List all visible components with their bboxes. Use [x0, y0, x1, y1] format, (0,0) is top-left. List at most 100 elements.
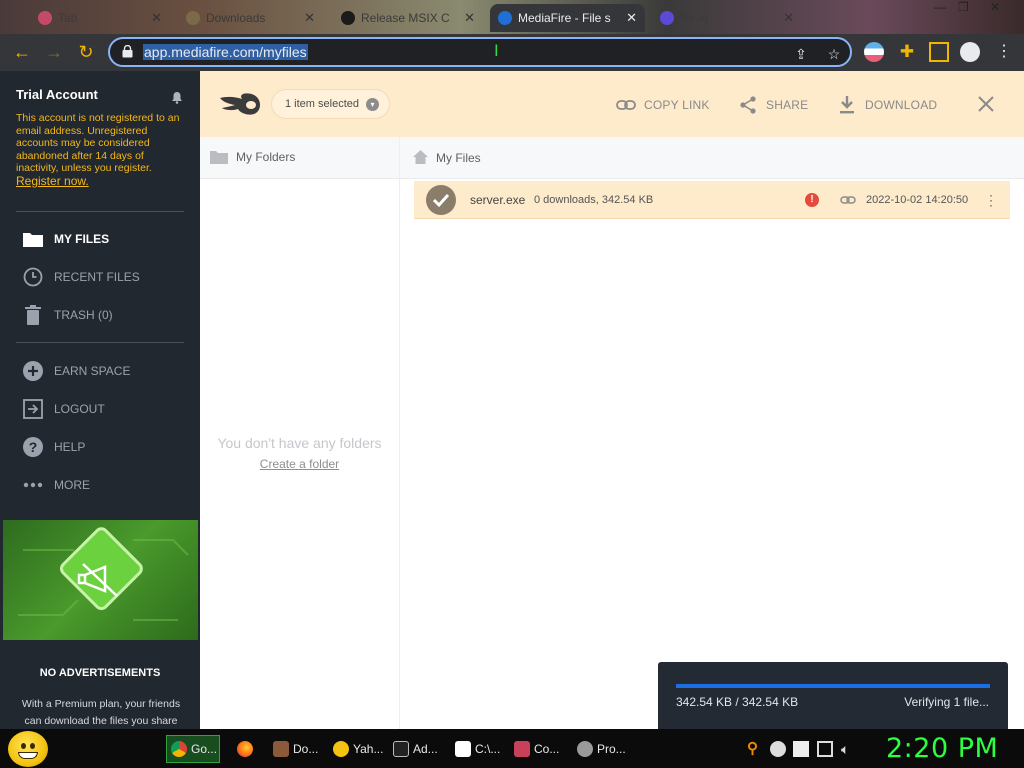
sidebar-item-trash[interactable]: TRASH (0)	[22, 303, 113, 327]
url-text[interactable]: app.mediafire.com/myfiles	[143, 44, 308, 60]
checkmark-selected-icon[interactable]	[426, 185, 456, 215]
sidebar: Trial Account This account is not regist…	[0, 71, 200, 729]
no-ads-megaphone-icon	[18, 527, 189, 621]
share-icon	[738, 96, 758, 114]
file-name[interactable]: server.exe	[470, 193, 525, 207]
share-page-icon[interactable]: ⇪	[793, 46, 809, 62]
browser-menu-icon[interactable]: ⋮	[994, 42, 1014, 62]
browser-tab-strip: Tab ✕ Downloads ✕ Release MSIX C ✕ Media…	[0, 0, 1024, 34]
taskbar-item-chrome[interactable]: Go...	[166, 735, 220, 763]
sidebar-item-recent-files[interactable]: RECENT FILES	[22, 265, 140, 289]
minimize-icon[interactable]: —	[934, 0, 946, 16]
folder-icon	[210, 151, 228, 164]
search-icon[interactable]: ⚲	[747, 741, 763, 757]
copy-link-button[interactable]: COPY LINK	[616, 96, 710, 114]
selection-dropdown[interactable]: 1 item selected ▾	[271, 89, 390, 119]
register-now-link[interactable]: Register now.	[16, 174, 89, 188]
premium-promo-banner[interactable]	[3, 520, 198, 640]
folders-title: My Folders	[236, 150, 296, 164]
start-button-smiley-icon[interactable]	[8, 731, 48, 767]
files-title: My Files	[436, 151, 481, 165]
close-window-icon[interactable]: ✕	[990, 0, 1000, 16]
sidebar-item-help[interactable]: ? HELP	[22, 435, 85, 459]
file-row[interactable]: server.exe 0 downloads, 342.54 KB ! 2022…	[414, 181, 1010, 219]
plus-circle-icon	[22, 360, 44, 382]
share-button[interactable]: SHARE	[738, 96, 808, 114]
system-clock[interactable]: 2:20 PM	[886, 733, 998, 764]
empty-folders-message: You don't have any folders	[217, 435, 382, 451]
sidebar-item-my-files[interactable]: MY FILES	[22, 227, 109, 251]
create-folder-link[interactable]: Create a folder	[200, 457, 399, 471]
browser-tab[interactable]: Release MSIX C ✕	[333, 4, 483, 32]
account-avatar-icon[interactable]	[960, 42, 980, 62]
logout-icon	[22, 398, 44, 420]
trash-icon	[22, 304, 44, 326]
file-meta: 0 downloads, 342.54 KB	[534, 194, 654, 206]
chrome-icon	[171, 741, 187, 757]
upload-progress-toast: 342.54 KB / 342.54 KB Verifying 1 file..…	[658, 662, 1008, 729]
progress-bar-fill	[676, 684, 990, 688]
tray-status-icon[interactable]	[770, 741, 786, 757]
taskbar-item-control-panel[interactable]: Co...	[509, 735, 565, 763]
selection-header: 1 item selected ▾ COPY LINK SHARE DOWNLO…	[200, 71, 1024, 137]
back-icon[interactable]: ←	[10, 41, 34, 65]
folders-pane: My Folders You don't have any folders Cr…	[200, 137, 400, 729]
extensions-puzzle-icon[interactable]: ✚	[897, 42, 917, 62]
close-tab-icon[interactable]: ✕	[626, 10, 637, 26]
taskbar-item-yahoo[interactable]: Yah...	[328, 735, 384, 763]
mediafire-page: Trial Account This account is not regist…	[0, 71, 1024, 729]
promo-title: NO ADVERTISEMENTS	[39, 667, 161, 679]
close-tab-icon[interactable]: ✕	[464, 10, 475, 26]
upload-size: 342.54 KB / 342.54 KB	[676, 695, 799, 709]
notification-bell-icon[interactable]	[171, 91, 183, 104]
file-date: 2022-10-02 14:20:50	[866, 194, 969, 206]
network-icon[interactable]	[817, 741, 833, 757]
profile-flag-icon[interactable]	[864, 42, 884, 62]
close-tab-icon[interactable]: ✕	[151, 10, 162, 26]
chevron-down-icon: ▾	[366, 98, 379, 111]
link-icon[interactable]	[840, 193, 856, 207]
download-button[interactable]: DOWNLOAD	[837, 96, 937, 114]
home-icon[interactable]	[413, 150, 428, 164]
taskbar-item-process[interactable]: Pro...	[572, 735, 630, 763]
taskbar-item-firefox[interactable]	[232, 735, 260, 763]
sidebar-item-more[interactable]: MORE	[22, 473, 90, 497]
file-options-icon[interactable]: ⋮	[984, 192, 998, 208]
sidebar-item-logout[interactable]: LOGOUT	[22, 397, 105, 421]
clock-icon	[22, 266, 44, 288]
lock-icon	[122, 45, 133, 58]
reload-icon[interactable]: ↻	[74, 41, 98, 65]
address-bar[interactable]: app.mediafire.com/myfiles Ⅰ ⇪ ☆	[108, 37, 852, 67]
maximize-icon[interactable]: ❐	[958, 0, 969, 16]
divider	[16, 211, 184, 212]
browser-tab-active[interactable]: MediaFire - File s ✕	[490, 4, 645, 32]
forward-icon[interactable]: →	[42, 41, 66, 65]
upload-status: Verifying 1 file...	[904, 695, 989, 709]
yahoo-messenger-icon	[333, 741, 349, 757]
firefox-icon	[237, 741, 253, 757]
breadcrumb: My Files	[400, 137, 1024, 179]
taskbar-item-cmd[interactable]: Ad...	[388, 735, 442, 763]
alert-icon[interactable]: !	[805, 193, 819, 207]
folders-header: My Folders	[200, 137, 399, 179]
volume-icon[interactable]: 🔈︎	[841, 741, 857, 757]
taskbar-item-document[interactable]: Do...	[268, 735, 320, 763]
browser-toolbar: ← → ↻ app.mediafire.com/myfiles Ⅰ ⇪ ☆ ✚ …	[0, 34, 1024, 71]
taskbar-item-7zip[interactable]: C:\...	[450, 735, 502, 763]
flag-error-icon[interactable]	[793, 741, 809, 757]
sidebar-item-earn-space[interactable]: EARN SPACE	[22, 359, 130, 383]
browser-tab[interactable]: file.io ✕	[652, 4, 802, 32]
close-tab-icon[interactable]: ✕	[783, 10, 794, 26]
mediafire-logo-icon[interactable]	[218, 92, 262, 116]
browser-tab[interactable]: Tab ✕	[30, 4, 170, 32]
progress-bar	[676, 684, 990, 688]
close-icon[interactable]	[977, 95, 995, 113]
browser-tab[interactable]: Downloads ✕	[178, 4, 323, 32]
folder-icon	[22, 228, 44, 250]
side-panel-icon[interactable]	[929, 42, 949, 62]
bookmark-star-icon[interactable]: ☆	[826, 46, 842, 62]
download-icon	[837, 96, 857, 114]
tab-favicon-icon	[660, 11, 674, 25]
control-panel-icon	[514, 741, 530, 757]
close-tab-icon[interactable]: ✕	[304, 10, 315, 26]
